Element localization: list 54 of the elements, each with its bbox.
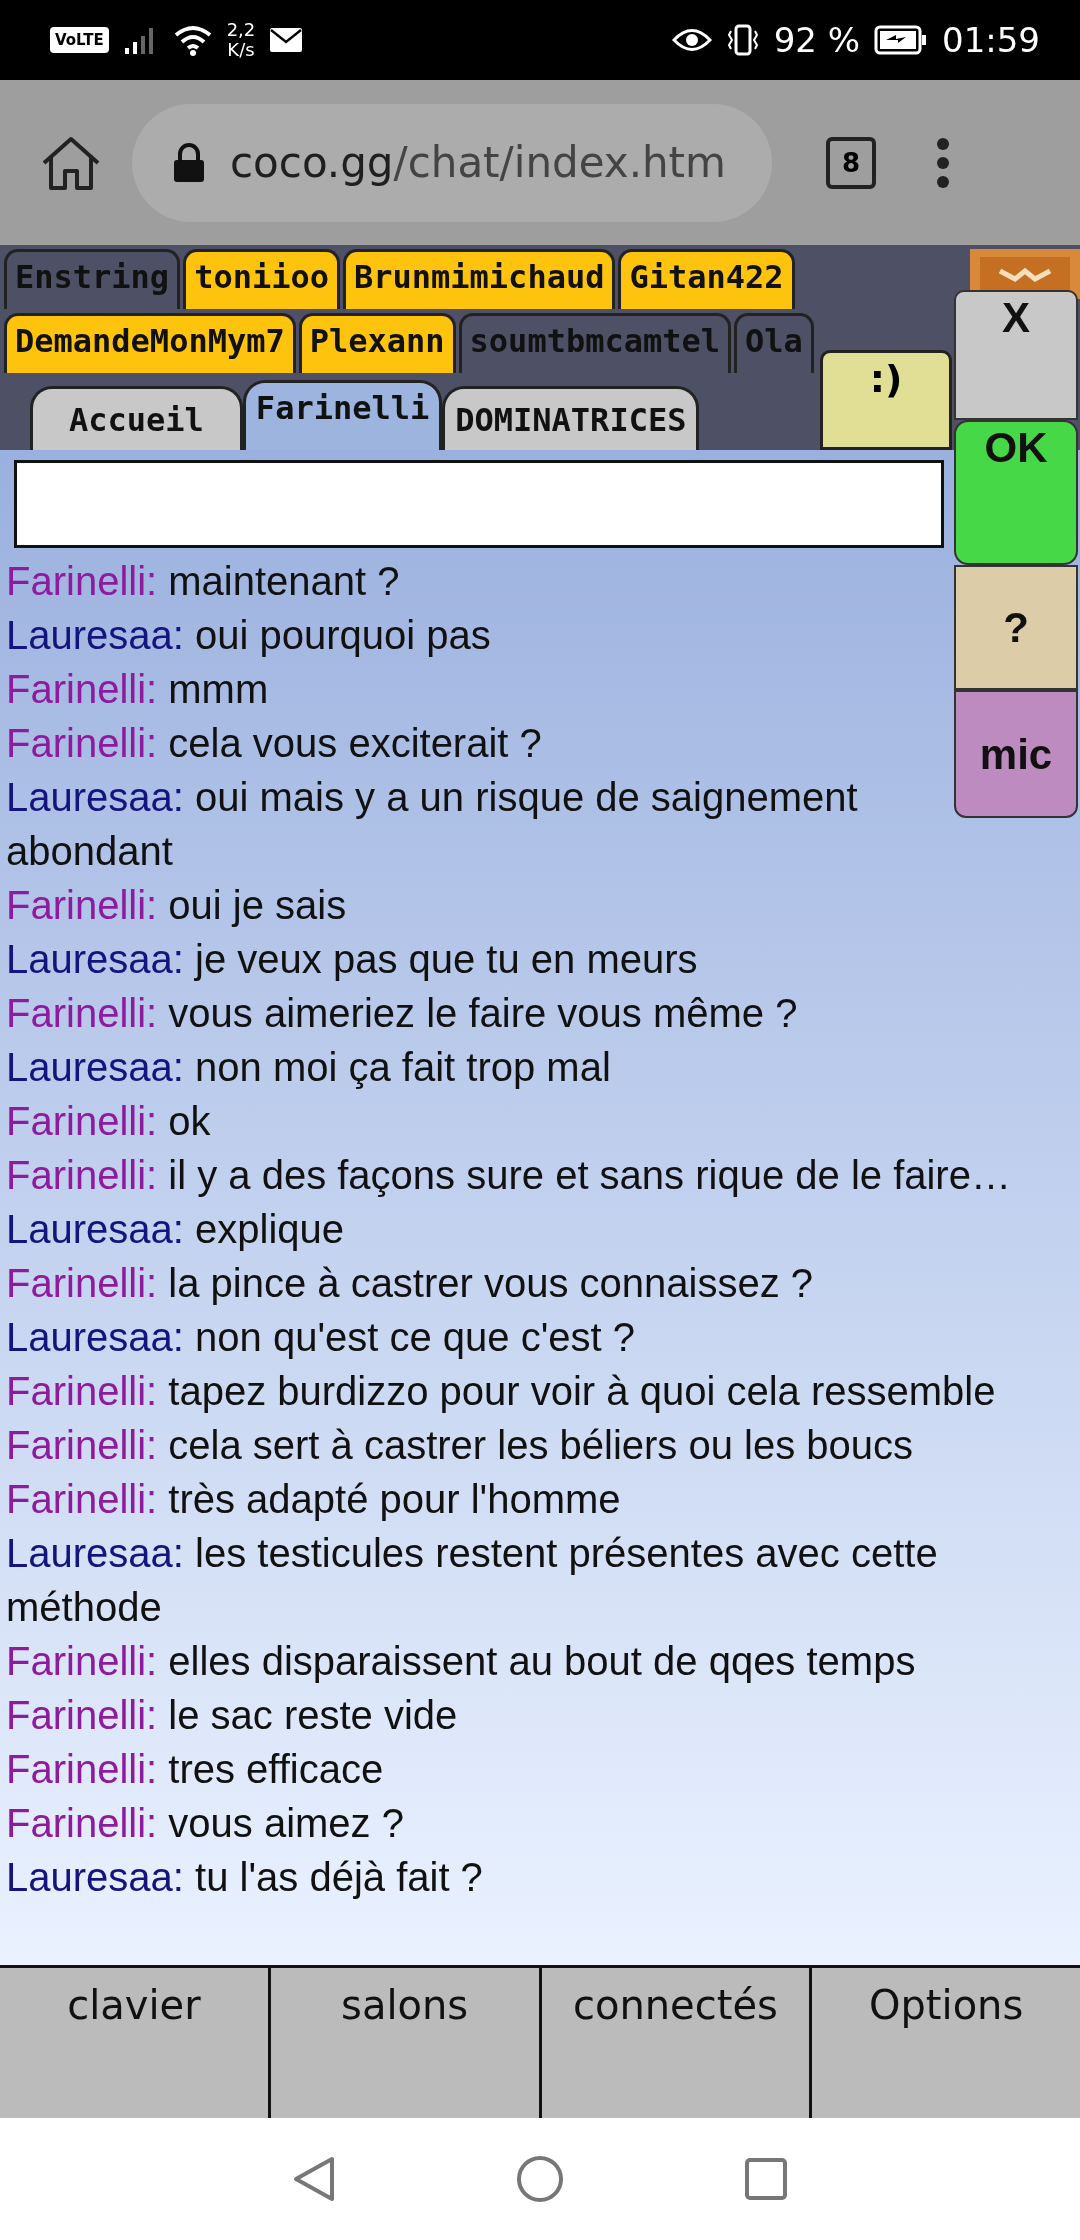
chat-message: Farinelli: vous aimeriez le faire vous même ? <box>6 990 799 1037</box>
battery-icon <box>874 25 928 55</box>
chat-message: Farinelli: mmm <box>6 666 270 713</box>
smiley-button[interactable]: :) <box>820 350 952 450</box>
chat-message: Farinelli: cela vous exciterait ? <box>6 720 543 767</box>
home-circle-icon[interactable] <box>516 2155 564 2203</box>
chat-message: Lauresaa: je veux pas que tu en meurs <box>6 936 699 983</box>
url-text: coco.gg/chat/index.htm <box>230 138 726 187</box>
room-tab[interactable]: Farinelli <box>242 380 443 450</box>
chat-message: Lauresaa: oui pourquoi pas <box>6 612 492 659</box>
chat-message: Lauresaa: explique <box>6 1206 346 1253</box>
chat-message: Farinelli: maintenant ? <box>6 558 401 605</box>
chat-message: Farinelli: il y a des façons sure et sans rique de le faire… <box>6 1152 1012 1199</box>
back-icon[interactable] <box>292 2155 336 2203</box>
speed-unit: K/s <box>227 40 255 60</box>
more-menu-icon[interactable] <box>936 136 950 189</box>
chat-message: Farinelli: vous aimez ? <box>6 1800 405 1847</box>
user-tab[interactable]: Plexann <box>298 313 456 373</box>
chat-message: Farinelli: très adapté pour l'homme <box>6 1476 622 1523</box>
user-tab[interactable]: Brunmimichaud <box>343 249 616 309</box>
chat-message: Farinelli: la pince à castrer vous connaissez ? <box>6 1260 815 1307</box>
chat-message: Farinelli: elles disparaissent au bout de qqes temps <box>6 1638 917 1685</box>
room-tab[interactable]: Accueil <box>30 386 243 450</box>
address-bar[interactable]: coco.gg/chat/index.htm <box>132 103 772 222</box>
clock: 01:59 <box>942 20 1040 60</box>
wifi-icon <box>172 23 213 57</box>
chat-message: Farinelli: oui je sais <box>6 882 348 929</box>
chat-message: Farinelli: le sac reste vide <box>6 1692 459 1739</box>
chat-message: Farinelli: tres efficace <box>6 1746 385 1793</box>
user-tab[interactable]: Gitan422 <box>618 249 795 309</box>
chat-message: Farinelli: tapez burdizzo pour voir à quoi cela ressemble <box>6 1368 997 1415</box>
recents-icon[interactable] <box>744 2157 788 2201</box>
send-button[interactable]: OK <box>954 420 1078 565</box>
help-button[interactable]: ? <box>954 565 1078 690</box>
chat-message: Farinelli: cela sert à castrer les béliers ou les boucs <box>6 1422 915 1469</box>
chat-message: Lauresaa: non qu'est ce que c'est ? <box>6 1314 637 1361</box>
battery-percent: 92 % <box>773 20 860 60</box>
chat-message: Farinelli: ok <box>6 1098 212 1145</box>
room-tab[interactable]: DOMINATRICES <box>442 386 700 450</box>
volte-icon: VoLTE <box>50 27 109 53</box>
user-tab[interactable]: DemandeMonMym7 <box>4 313 296 373</box>
vibrate-icon <box>725 23 760 57</box>
speed-value: 2,2 <box>226 20 256 40</box>
mail-icon <box>269 27 304 53</box>
lock-icon <box>172 142 206 183</box>
home-icon[interactable] <box>40 134 102 191</box>
chat-message: Lauresaa: tu l'as déjà fait ? <box>6 1854 484 1901</box>
tab-count-button[interactable]: 8 <box>826 136 876 189</box>
mic-button[interactable]: mic <box>954 690 1078 818</box>
chat-message: Lauresaa: non moi ça fait trop mal <box>6 1044 612 1091</box>
message-input[interactable] <box>14 460 944 548</box>
close-button[interactable]: X <box>954 290 1078 420</box>
user-tab[interactable]: toniioo <box>183 249 340 309</box>
eye-icon <box>671 27 712 53</box>
